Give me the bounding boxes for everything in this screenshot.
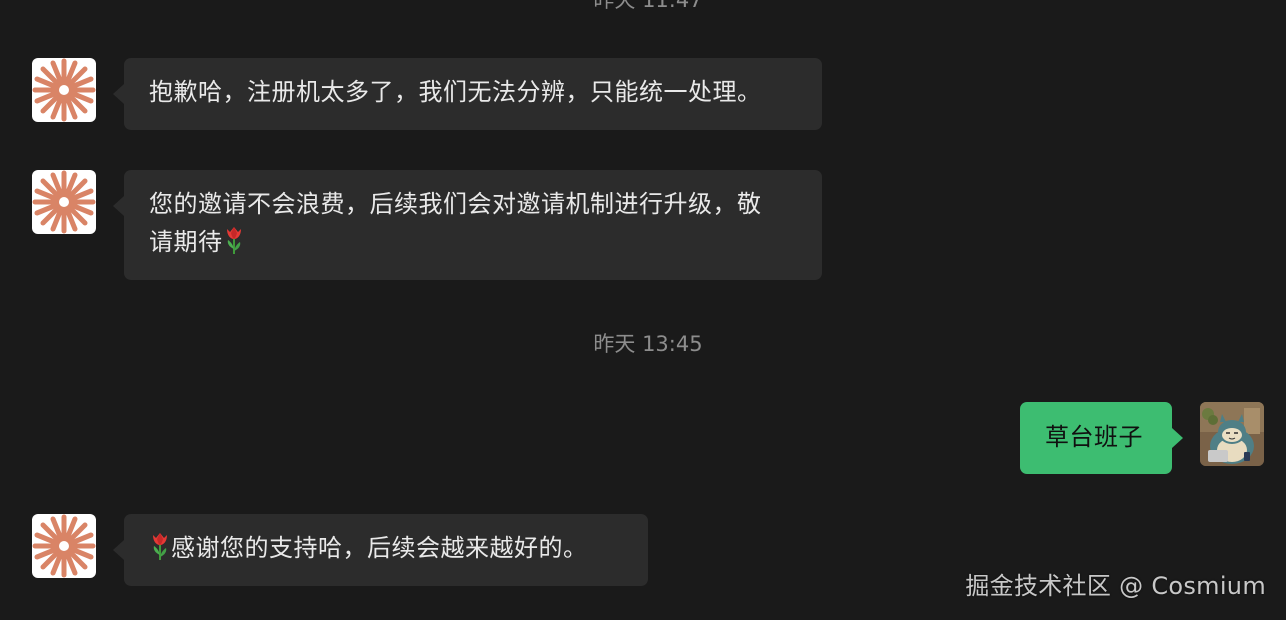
watermark: 掘金技术社区 @ Cosmium	[965, 572, 1266, 600]
message-text: 感谢您的支持哈，后续会越来越好的。	[171, 534, 588, 562]
bot-avatar[interactable]	[32, 514, 96, 578]
message-bubble-incoming[interactable]: 抱歉哈，注册机太多了，我们无法分辨，只能统一处理。	[113, 58, 822, 130]
message-bubble-incoming[interactable]: 您的邀请不会浪费，后续我们会对邀请机制进行升级，敬 请期待	[113, 170, 822, 280]
message-bubble-incoming[interactable]: 感谢您的支持哈，后续会越来越好的。	[113, 514, 648, 586]
bot-avatar[interactable]	[32, 58, 96, 122]
message-text-continued: 请期待	[149, 228, 223, 256]
message-text: 抱歉哈，注册机太多了，我们无法分辨，只能统一处理。	[149, 78, 762, 106]
message-text-line2: 请期待	[149, 223, 798, 261]
timestamp: 昨天 11:47	[593, 0, 703, 12]
tulip-icon	[153, 533, 167, 560]
bot-avatar[interactable]	[32, 170, 96, 234]
chat-window: 昨天 11:47 抱歉哈，注册机太多了，我们无法分辨，只能统一处理。 您的邀请不…	[0, 0, 1286, 620]
sunburst-logo-icon	[32, 514, 96, 578]
message-text: 您的邀请不会浪费，后续我们会对邀请机制进行升级，敬	[149, 190, 762, 218]
message-text: 草台班子	[1045, 423, 1143, 451]
user-avatar[interactable]	[1200, 402, 1264, 466]
snorlax-avatar-icon	[1200, 402, 1264, 466]
sunburst-logo-icon	[32, 170, 96, 234]
timestamp: 昨天 13:45	[593, 332, 703, 356]
tulip-icon	[226, 227, 241, 254]
sunburst-logo-icon	[32, 58, 96, 122]
message-bubble-outgoing[interactable]: 草台班子	[1020, 402, 1183, 474]
